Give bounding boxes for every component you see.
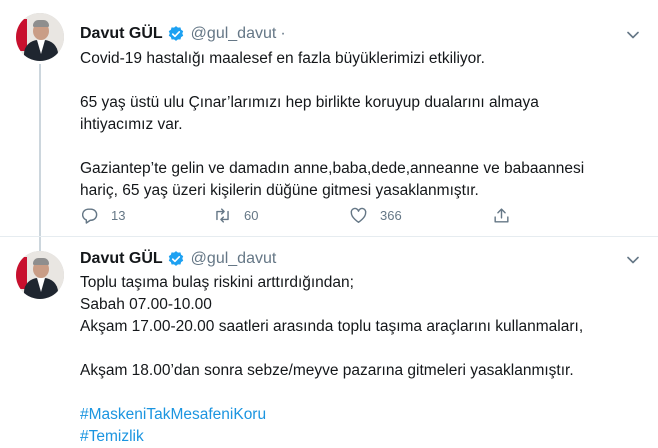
reply-icon [81, 207, 98, 224]
hashtag-link[interactable]: #MaskeniTakMesafeniKoru [80, 404, 640, 426]
tweet-header: Davut GÜL @gul_davut [80, 249, 335, 269]
author-handle[interactable]: @gul_davut [191, 250, 277, 268]
retweet-button[interactable]: 60 [213, 204, 258, 226]
chevron-down-icon[interactable] [626, 28, 640, 42]
reply-button[interactable]: 13 [80, 204, 125, 226]
avatar[interactable] [16, 13, 64, 61]
tweet-line: Akşam 18.00’dan sonra sebze/meyve pazarı… [80, 362, 574, 379]
share-button[interactable] [492, 204, 523, 226]
retweet-count: 60 [244, 207, 259, 223]
author-handle[interactable]: @gul_davut [191, 25, 277, 43]
like-button[interactable]: 366 [349, 204, 402, 226]
tweet-text: Covid-19 hastalığı maalesef en fazla büy… [80, 48, 640, 202]
tweet-line: Akşam 17.00-20.00 saatleri arasında topl… [80, 318, 584, 335]
tweet[interactable]: Davut GÜL @gul_davut · Covid-19 hastalığ… [0, 0, 658, 237]
tweet-text: Toplu taşıma bulaş riskini arttırdığında… [80, 272, 640, 448]
tweet-line: Sabah 07.00-10.00 [80, 296, 212, 313]
tweet-line: Gaziantep’te gelin ve damadın anne,baba,… [80, 160, 585, 177]
chevron-down-icon[interactable] [626, 253, 640, 267]
heart-icon [350, 207, 367, 223]
tweet-line: hariç, 65 yaş üzeri kişilerin düğüne git… [80, 182, 479, 199]
timestamp-redacted [280, 251, 335, 267]
thread-line [39, 64, 41, 236]
tweet[interactable]: Davut GÜL @gul_davut Toplu taşıma bulaş … [0, 237, 658, 445]
verified-badge-icon [168, 26, 183, 41]
avatar[interactable] [16, 251, 64, 299]
tweet-line: 65 yaş üstü ulu Çınar’larımızı hep birli… [80, 94, 539, 111]
tweet-line: Toplu taşıma bulaş riskini arttırdığında… [80, 274, 354, 291]
tweet-actions: 13 60 366 [80, 204, 530, 226]
thread-line [39, 237, 41, 251]
timestamp-redacted [289, 26, 344, 42]
separator-dot: · [280, 25, 286, 42]
author-name[interactable]: Davut GÜL [80, 25, 163, 43]
tweet-line: Covid-19 hastalığı maalesef en fazla büy… [80, 50, 485, 67]
share-icon [494, 207, 509, 223]
verified-badge-icon [168, 251, 183, 266]
like-count: 366 [380, 207, 402, 223]
reply-count: 13 [111, 207, 126, 223]
tweet-header: Davut GÜL @gul_davut · [80, 24, 344, 44]
retweet-icon [216, 207, 229, 223]
author-name[interactable]: Davut GÜL [80, 250, 163, 268]
tweet-line: ihtiyacımız var. [80, 116, 183, 133]
